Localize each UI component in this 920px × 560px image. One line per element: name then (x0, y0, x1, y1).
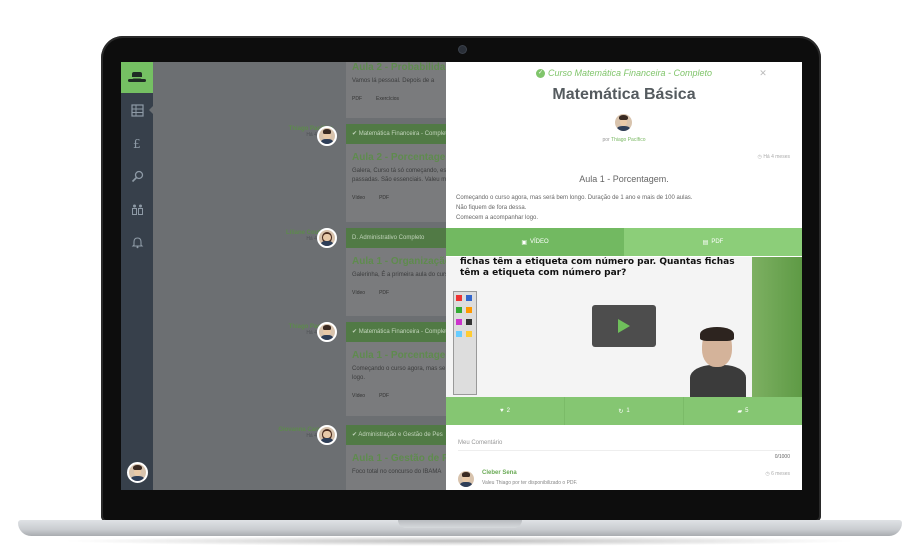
post-time: Há 4 meses (306, 132, 333, 138)
search-icon[interactable] (129, 168, 145, 184)
paint-palette (453, 291, 477, 395)
play-icon (618, 319, 630, 333)
pdf-link[interactable]: PDF (379, 393, 389, 399)
author-avatar[interactable] (317, 322, 337, 342)
commenter-avatar[interactable] (456, 469, 476, 489)
post-author: Giovanna Carranza Há 4 meses (153, 427, 333, 439)
svg-text:£: £ (133, 137, 141, 150)
author-avatar[interactable] (317, 425, 337, 445)
share-button[interactable]: ↻ 1 (565, 397, 684, 425)
post-title: Aula 2 - Probabilida (352, 62, 446, 73)
classroom-icon[interactable] (129, 201, 145, 217)
laptop-shadow (60, 536, 860, 546)
logo-hat-icon[interactable] (121, 62, 153, 93)
video-link[interactable]: Vídeo (352, 195, 365, 201)
courses-icon[interactable] (129, 102, 145, 118)
post-text: Vamos lá pessoal. Depois de a (352, 78, 435, 84)
post-time: Há 4 meses (306, 236, 333, 242)
char-counter: 0/1000 (774, 454, 790, 460)
post-time: Há 4 meses (306, 433, 333, 439)
camera-icon (459, 46, 466, 53)
feed-post[interactable]: ✔ Matemática Financeira - Completo Aula … (346, 322, 458, 416)
pdf-link[interactable]: PDF (379, 195, 389, 201)
post-attachments: Vídeo PDF (346, 383, 456, 403)
video-icon: ▣ (521, 239, 527, 246)
tab-pdf[interactable]: ▤ PDF (624, 228, 802, 256)
post-title: Aula 1 - Organização A (352, 256, 461, 267)
course-tag[interactable]: ✔ Matemática Financeira - Completo (346, 322, 456, 342)
course-tag[interactable]: D. Administrativo Completo (346, 228, 456, 248)
document-icon: ▤ (702, 239, 709, 246)
comment-text: Valeu Thiago por ter disponibilizado o P… (482, 480, 578, 486)
modal-title: Matemática Básica (552, 86, 696, 103)
stats-bar: ♥ 2 ↻ 1 ▰ 5 (446, 397, 802, 425)
media-tabs: ▣ VÍDEO ▤ PDF (446, 228, 802, 256)
app-screen: £ Aula 2 - Probabilida Vamos lá pessoal.… (121, 62, 802, 490)
author-avatar[interactable] (317, 228, 337, 248)
course-tag[interactable]: ✔ Matemática Financeira - Completo (346, 124, 456, 144)
post-time: ◷ Há 4 meses (757, 154, 790, 160)
lesson-modal: ✕ ✓ Curso Matemática Financeira - Complet… (446, 62, 802, 490)
video-player[interactable]: fichas têm a etiqueta com número par. Qu… (446, 257, 802, 397)
post-attachments: PDF Exercícios (346, 86, 456, 106)
comment-time: ◷ 6 meses (765, 471, 790, 477)
exercises-link[interactable]: Exercícios (376, 96, 399, 102)
video-link[interactable]: Vídeo (352, 393, 365, 399)
laptop-notch (398, 520, 522, 528)
author-line: por Thiago Pacífico (602, 137, 646, 143)
post-author: Liliane Coutinho Há 4 meses (153, 230, 333, 242)
comment-input[interactable]: Meu Comentário (458, 440, 790, 451)
pdf-link[interactable]: PDF (379, 290, 389, 296)
post-author: Thiago Pacífico Há 4 meses (153, 324, 333, 336)
sidebar: £ (121, 62, 154, 490)
author-avatar[interactable] (613, 112, 634, 133)
share-icon: ↻ (618, 408, 624, 415)
course-link[interactable]: ✓ Curso Matemática Financeira - Completo (446, 68, 802, 79)
course-tag[interactable]: ✔ Administração e Gestão de Pes (346, 425, 456, 445)
author-avatar[interactable] (317, 126, 337, 146)
heart-icon: ♥ (500, 408, 504, 414)
video-link[interactable]: Vídeo (352, 290, 365, 296)
presenter-figure (690, 327, 746, 397)
video-background (752, 257, 802, 397)
post-text: Começando o curso agora, mas se logo. (352, 366, 446, 381)
post-author: Thiago Pacífico Há 4 meses (153, 126, 333, 138)
commenter-name[interactable]: Cleber Sena (482, 470, 517, 476)
post-text: Foco total no concurso do IBAMA (352, 469, 442, 475)
post-attachments: Vídeo PDF (346, 185, 456, 205)
post-title: Aula 1 - Gestão de Pes (352, 453, 460, 464)
feed-post[interactable]: Aula 2 - Probabilida Vamos lá pessoal. D… (346, 62, 456, 118)
video-board-text: fichas têm a etiqueta com número par. Qu… (460, 257, 735, 278)
lesson-description: Começando o curso agora, mas será bem lo… (456, 195, 693, 221)
check-circle-icon: ✓ (535, 69, 545, 79)
post-time: Há 4 meses (306, 330, 333, 336)
tab-video[interactable]: ▣ VÍDEO (446, 228, 624, 256)
post-attachments: Vídeo PDF (346, 280, 456, 300)
like-button[interactable]: ♥ 2 (446, 397, 565, 425)
user-avatar[interactable] (127, 462, 148, 483)
post-title: Aula 1 - Porcentagem. (352, 350, 458, 361)
notifications-icon[interactable] (129, 234, 145, 250)
feed-post[interactable]: ✔ Administração e Gestão de Pes Aula 1 -… (346, 425, 460, 490)
finance-icon[interactable]: £ (129, 135, 145, 151)
post-title: Aula 2 - Porcentagem (352, 152, 455, 163)
pdf-link[interactable]: PDF (352, 96, 362, 102)
play-button[interactable] (592, 305, 656, 347)
comment-icon: ▰ (737, 408, 743, 415)
feed: Aula 2 - Probabilida Vamos lá pessoal. D… (153, 62, 461, 490)
feed-post[interactable]: ✔ Matemática Financeira - Completo Aula … (346, 124, 456, 222)
author-name[interactable]: Thiago Pacífico (611, 137, 645, 143)
feed-post[interactable]: D. Administrativo Completo Aula 1 - Orga… (346, 228, 461, 316)
post-text: Galerinha, É a primeira aula do curs (352, 272, 449, 278)
lesson-title: Aula 1 - Porcentagem. (579, 174, 669, 184)
comments-button[interactable]: ▰ 5 (684, 397, 802, 425)
post-text: Galera, Curso tá só começando, es passad… (352, 168, 447, 183)
